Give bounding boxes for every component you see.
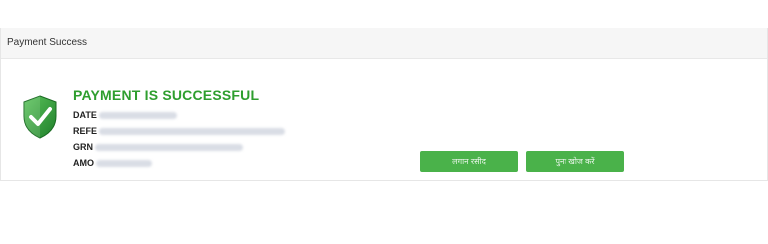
panel-body: PAYMENT IS SUCCESSFUL DATE REFE GRN AMO … [1, 59, 767, 180]
top-strip [0, 0, 768, 29]
redacted-value [99, 127, 286, 135]
detail-row-date: DATE [73, 107, 285, 123]
detail-row-reference: REFE [73, 123, 286, 139]
print-receipt-button[interactable]: लगान रसीद [420, 151, 518, 172]
payment-success-panel: Payment Success PAYMENT IS SUCCESSFUL DA… [0, 28, 768, 181]
panel-header: Payment Success [1, 28, 767, 59]
payment-status-title: PAYMENT IS SUCCESSFUL [73, 87, 260, 103]
redacted-value [95, 143, 243, 151]
redacted-value [98, 111, 177, 119]
detail-row-amount: AMO [73, 155, 285, 171]
date-label: DATE [73, 110, 97, 120]
search-again-button[interactable]: पुनः खोज करें [526, 151, 624, 172]
payment-details: PAYMENT IS SUCCESSFUL DATE REFE GRN AMO [73, 87, 286, 171]
amount-label: AMO [73, 158, 94, 168]
redacted-value [96, 159, 152, 167]
detail-row-grn: GRN [73, 139, 285, 155]
grn-label: GRN [73, 142, 93, 152]
reference-label: REFE [73, 126, 98, 136]
shield-check-icon [21, 94, 59, 140]
